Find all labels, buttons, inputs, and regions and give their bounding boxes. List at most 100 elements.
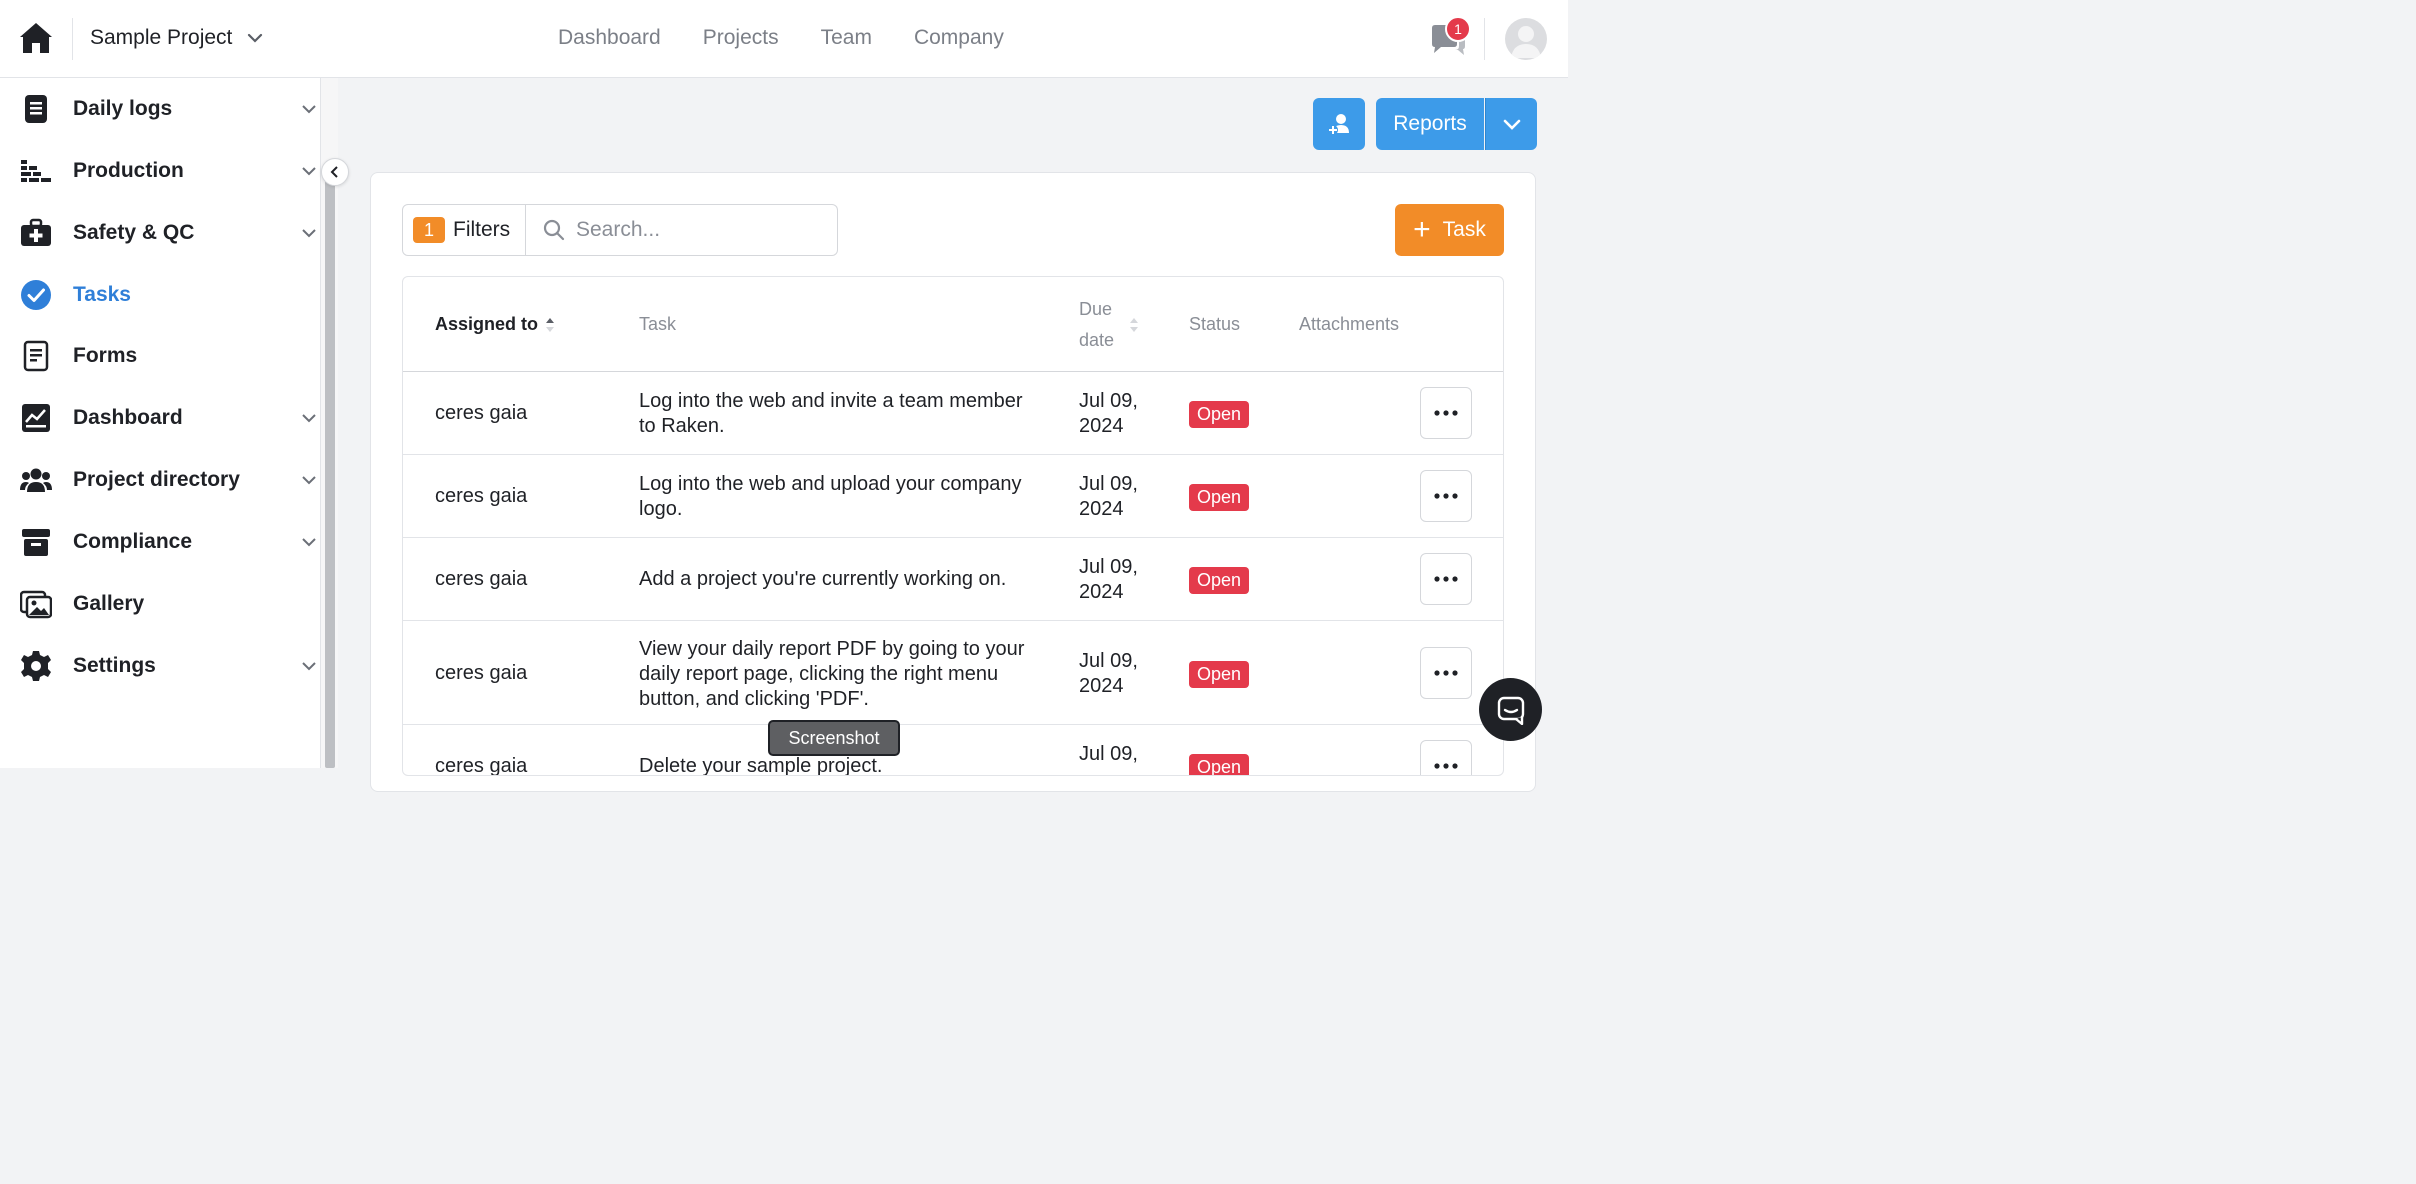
assigned-cell: ceres gaia	[435, 755, 528, 776]
assigned-cell: ceres gaia	[435, 568, 528, 590]
task-cell[interactable]: Log into the web and upload your company…	[639, 472, 1022, 522]
chevron-down-icon[interactable]	[300, 162, 318, 180]
task-line: logo.	[639, 498, 683, 520]
due-line: Jul 09,	[1079, 743, 1138, 765]
add-task-button[interactable]: + Task	[1395, 204, 1504, 256]
nav-projects[interactable]: Projects	[703, 26, 779, 50]
sidebar-item-dashboard[interactable]: Dashboard	[0, 393, 320, 443]
filters-label: Filters	[453, 218, 511, 241]
due-line: Jul 09,	[1079, 390, 1138, 412]
header-divider	[1484, 18, 1485, 60]
table-row[interactable]: ceres gaia Add a project you're currentl…	[403, 538, 1503, 621]
column-header-assigned[interactable]: Assigned to	[435, 277, 556, 372]
sidebar-item-gallery[interactable]: Gallery	[0, 579, 320, 629]
chevron-down-icon[interactable]	[300, 224, 318, 242]
chevron-down-icon[interactable]	[300, 471, 318, 489]
avatar[interactable]	[1505, 18, 1547, 60]
column-label: Due date	[1079, 294, 1114, 356]
reports-button[interactable]: Reports	[1376, 98, 1484, 150]
column-header-task: Task	[639, 277, 676, 372]
nav-dashboard[interactable]: Dashboard	[558, 26, 661, 50]
task-cell[interactable]: Delete your sample project.	[639, 754, 883, 776]
task-line: Delete your sample project.	[639, 755, 883, 776]
collapse-sidebar-button[interactable]	[321, 158, 349, 186]
top-bar: Sample Project Dashboard Projects Team C…	[0, 0, 1568, 78]
search-input[interactable]	[576, 218, 826, 242]
sidebar-item-production[interactable]: Production	[0, 146, 320, 196]
table-row[interactable]: ceres gaia View your daily report PDF by…	[403, 621, 1503, 725]
nav-team[interactable]: Team	[821, 26, 872, 50]
more-icon	[1434, 670, 1458, 676]
search-box	[526, 204, 838, 256]
task-line: to Raken.	[639, 415, 725, 437]
chevron-down-icon[interactable]	[300, 409, 318, 427]
filters-count-badge: 1	[413, 217, 445, 243]
task-cell[interactable]: Add a project you're currently working o…	[639, 567, 1006, 592]
column-header-due-date[interactable]: Due date	[1079, 277, 1140, 372]
table-row[interactable]: ceres gaia Log into the web and upload y…	[403, 455, 1503, 538]
sidebar-item-label: Forms	[73, 344, 138, 367]
task-line: Log into the web and invite a team membe…	[639, 390, 1023, 412]
tasks-table: Assigned to Task Due date Status Attachme…	[402, 276, 1504, 776]
due-date-cell: Jul 09, 2024	[1079, 555, 1138, 605]
user-icon	[1511, 26, 1541, 58]
sidebar-item-label: Compliance	[73, 530, 193, 553]
chat-icon	[1497, 696, 1524, 725]
chat-launcher-button[interactable]	[1479, 678, 1542, 741]
row-actions-button[interactable]	[1420, 553, 1472, 605]
sidebar-item-label: Settings	[73, 654, 156, 677]
status-badge: Open	[1189, 484, 1250, 511]
row-actions-button[interactable]	[1420, 387, 1472, 439]
archive-icon	[22, 529, 50, 556]
column-label-line: Due	[1079, 298, 1113, 319]
nav-company[interactable]: Company	[914, 26, 1004, 50]
chevron-down-icon[interactable]	[300, 533, 318, 551]
add-task-label: Task	[1442, 218, 1486, 241]
scrollbar-thumb[interactable]	[325, 178, 335, 768]
task-cell[interactable]: Log into the web and invite a team membe…	[639, 389, 1023, 439]
add-user-icon	[1328, 114, 1349, 135]
messages-badge: 1	[1445, 16, 1471, 42]
due-date-cell: Jul 09,	[1079, 742, 1138, 767]
row-actions-button[interactable]	[1420, 470, 1472, 522]
sidebar-item-compliance[interactable]: Compliance	[0, 517, 320, 567]
sidebar-item-project-directory[interactable]: Project directory	[0, 455, 320, 505]
due-line: 2024	[1079, 498, 1124, 520]
home-icon[interactable]	[18, 20, 54, 56]
row-actions-button[interactable]	[1420, 647, 1472, 699]
column-header-attachments: Attachments	[1299, 277, 1399, 372]
status-badge: Open	[1189, 401, 1250, 428]
first-aid-icon	[21, 218, 51, 246]
due-line: Jul 09,	[1079, 473, 1138, 495]
sidebar-item-settings[interactable]: Settings	[0, 641, 320, 691]
project-selector[interactable]: Sample Project	[90, 26, 264, 50]
sidebar-item-daily-logs[interactable]: Daily logs	[0, 84, 320, 134]
header-divider	[72, 18, 73, 60]
sidebar-item-label: Tasks	[73, 283, 131, 306]
filters-button[interactable]: 1 Filters	[402, 204, 526, 256]
reports-dropdown-button[interactable]	[1485, 98, 1537, 150]
column-label: Status	[1189, 314, 1241, 334]
column-header-status: Status	[1189, 277, 1240, 372]
sidebar-item-forms[interactable]: Forms	[0, 331, 320, 381]
status-badge: Open	[1189, 567, 1250, 594]
task-line: View your daily report PDF by going to y…	[639, 638, 1025, 660]
column-label: Attachments	[1299, 314, 1400, 334]
gallery-icon	[20, 590, 52, 619]
chevron-down-icon[interactable]	[300, 657, 318, 675]
assigned-cell: ceres gaia	[435, 485, 528, 507]
task-cell[interactable]: View your daily report PDF by going to y…	[639, 637, 1024, 712]
sidebar-item-tasks[interactable]: Tasks	[0, 270, 320, 320]
due-line: Jul 09,	[1079, 556, 1138, 578]
row-actions-button[interactable]	[1420, 740, 1472, 775]
table-row[interactable]: ceres gaia Delete your sample project. J…	[403, 725, 1503, 776]
sidebar-item-safety-qc[interactable]: Safety & QC	[0, 208, 320, 258]
chevron-down-icon	[248, 33, 263, 43]
more-icon	[1434, 410, 1458, 416]
table-row[interactable]: ceres gaia Log into the web and invite a…	[403, 372, 1503, 455]
plus-icon: +	[1413, 213, 1431, 246]
screenshot-tooltip: Screenshot	[768, 720, 900, 756]
sidebar-item-label: Gallery	[73, 592, 145, 615]
add-member-button[interactable]	[1313, 98, 1365, 150]
chevron-down-icon[interactable]	[300, 100, 318, 118]
